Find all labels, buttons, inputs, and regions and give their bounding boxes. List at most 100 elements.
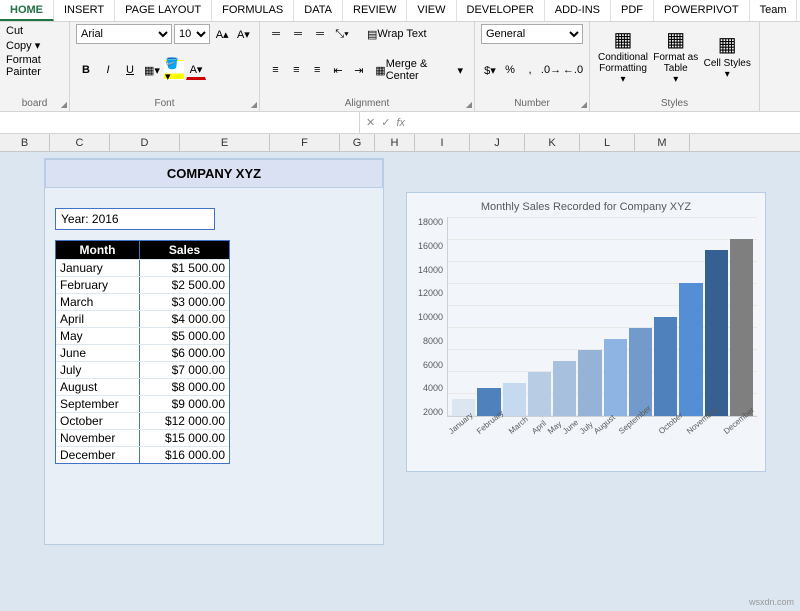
chart-title: Monthly Sales Recorded for Company XYZ [415, 201, 757, 213]
copy-button[interactable]: Copy ▾ [6, 38, 63, 53]
column-header[interactable]: M [635, 134, 690, 151]
ribbon-tabs: HOMEINSERTPAGE LAYOUTFORMULASDATAREVIEWV… [0, 0, 800, 22]
company-title: COMPANY XYZ [45, 159, 383, 188]
cut-button[interactable]: Cut [6, 24, 63, 38]
name-box[interactable] [0, 112, 360, 133]
enter-icon[interactable]: ✓ [381, 116, 390, 129]
increase-decimal-icon[interactable]: .0→ [541, 60, 561, 80]
table-row[interactable]: December$16 000.00 [56, 446, 229, 463]
group-styles: ▦Conditional Formatting▾ ▦Format as Tabl… [590, 22, 760, 111]
format-painter-button[interactable]: Format Painter [6, 53, 63, 79]
cancel-icon[interactable]: ✕ [366, 116, 375, 129]
cell-styles-button[interactable]: ▦Cell Styles▾ [702, 24, 754, 87]
table-row[interactable]: September$9 000.00 [56, 395, 229, 412]
chart-plot-area: 1800016000140001200010000800060004000200… [415, 217, 757, 417]
fill-color-button[interactable]: 🪣▾ [164, 60, 184, 80]
group-font: Arial 10 A▴ A▾ B I U ▦▾ 🪣▾ A▾ Font ◢ [70, 22, 260, 111]
table-row[interactable]: June$6 000.00 [56, 344, 229, 361]
increase-indent-icon[interactable]: ⇥ [349, 60, 368, 80]
align-middle-icon[interactable]: ═ [288, 24, 308, 44]
number-format-select[interactable]: General [481, 24, 583, 44]
font-name-select[interactable]: Arial [76, 24, 172, 44]
align-right-icon[interactable]: ≡ [308, 60, 327, 80]
table-row[interactable]: March$3 000.00 [56, 293, 229, 310]
font-color-button[interactable]: A▾ [186, 60, 206, 80]
table-row[interactable]: January$1 500.00 [56, 259, 229, 276]
column-header[interactable]: H [375, 134, 415, 151]
comma-format-icon[interactable]: , [521, 60, 539, 80]
table-row[interactable]: July$7 000.00 [56, 361, 229, 378]
format-as-table-button[interactable]: ▦Format as Table▾ [650, 24, 702, 87]
group-label: Number [481, 96, 583, 109]
column-header[interactable]: I [415, 134, 470, 151]
tab-view[interactable]: VIEW [407, 0, 456, 21]
column-header[interactable]: G [340, 134, 375, 151]
column-headers: BCDEFGHIJKLM [0, 134, 800, 152]
table-row[interactable]: October$12 000.00 [56, 412, 229, 429]
fx-icon[interactable]: fx [396, 117, 405, 129]
chart-bar [528, 372, 551, 416]
column-header[interactable]: L [580, 134, 635, 151]
cell-styles-icon: ▦ [718, 32, 737, 58]
tab-pdf[interactable]: PDF [611, 0, 654, 21]
group-label: Font [76, 96, 253, 109]
increase-font-icon[interactable]: A▴ [212, 24, 231, 44]
chart-bar [679, 283, 702, 416]
tab-home[interactable]: HOME [0, 0, 54, 21]
tab-review[interactable]: REVIEW [343, 0, 407, 21]
tab-page-layout[interactable]: PAGE LAYOUT [115, 0, 212, 21]
worksheet[interactable]: COMPANY XYZ Year: 2016 Month Sales Janua… [0, 152, 800, 611]
chart-bars [447, 217, 757, 417]
align-top-icon[interactable]: ═ [266, 24, 286, 44]
dialog-launcher-icon[interactable]: ◢ [581, 100, 587, 109]
table-row[interactable]: April$4 000.00 [56, 310, 229, 327]
dialog-launcher-icon[interactable]: ◢ [61, 100, 67, 109]
tab-add-ins[interactable]: ADD-INS [545, 0, 611, 21]
border-button[interactable]: ▦▾ [142, 60, 162, 80]
group-alignment: ═ ═ ═ ⤡▾ ▤ Wrap Text ≡ ≡ ≡ ⇤ ⇥ ▦ Merge &… [260, 22, 475, 111]
column-header[interactable]: D [110, 134, 180, 151]
decrease-indent-icon[interactable]: ⇤ [329, 60, 348, 80]
table-row[interactable]: May$5 000.00 [56, 327, 229, 344]
column-header[interactable]: E [180, 134, 270, 151]
table-row[interactable]: August$8 000.00 [56, 378, 229, 395]
percent-format-icon[interactable]: % [501, 60, 519, 80]
chart-bar [553, 361, 576, 416]
italic-button[interactable]: I [98, 60, 118, 80]
table-icon: ▦ [666, 26, 685, 52]
tab-powerpivot[interactable]: POWERPIVOT [654, 0, 750, 21]
column-header[interactable]: C [50, 134, 110, 151]
decrease-font-icon[interactable]: A▾ [234, 24, 253, 44]
accounting-format-icon[interactable]: $▾ [481, 60, 499, 80]
year-input[interactable]: Year: 2016 [55, 208, 215, 230]
chart-bar [705, 250, 728, 416]
tab-insert[interactable]: INSERT [54, 0, 115, 21]
underline-button[interactable]: U [120, 60, 140, 80]
tab-team[interactable]: Team [750, 0, 798, 21]
tab-data[interactable]: DATA [294, 0, 343, 21]
column-header[interactable]: J [470, 134, 525, 151]
dialog-launcher-icon[interactable]: ◢ [466, 100, 472, 109]
orientation-icon[interactable]: ⤡▾ [332, 24, 352, 44]
wrap-text-button[interactable]: ▤ Wrap Text [362, 24, 432, 44]
table-row[interactable]: November$15 000.00 [56, 429, 229, 446]
chart[interactable]: Monthly Sales Recorded for Company XYZ 1… [406, 192, 766, 472]
column-header[interactable]: K [525, 134, 580, 151]
table-row[interactable]: February$2 500.00 [56, 276, 229, 293]
column-header[interactable]: F [270, 134, 340, 151]
chart-bar [503, 383, 526, 416]
group-label: Alignment [266, 96, 468, 109]
align-left-icon[interactable]: ≡ [266, 60, 285, 80]
conditional-formatting-button[interactable]: ▦Conditional Formatting▾ [596, 24, 650, 87]
merge-center-button[interactable]: ▦ Merge & Center ▾ [370, 60, 468, 80]
group-number: General $▾ % , .0→ ←.0 Number ◢ [475, 22, 590, 111]
decrease-decimal-icon[interactable]: ←.0 [563, 60, 583, 80]
tab-developer[interactable]: DEVELOPER [457, 0, 545, 21]
bold-button[interactable]: B [76, 60, 96, 80]
dialog-launcher-icon[interactable]: ◢ [251, 100, 257, 109]
tab-formulas[interactable]: FORMULAS [212, 0, 294, 21]
font-size-select[interactable]: 10 [174, 24, 211, 44]
align-center-icon[interactable]: ≡ [287, 60, 306, 80]
align-bottom-icon[interactable]: ═ [310, 24, 330, 44]
column-header[interactable]: B [0, 134, 50, 151]
